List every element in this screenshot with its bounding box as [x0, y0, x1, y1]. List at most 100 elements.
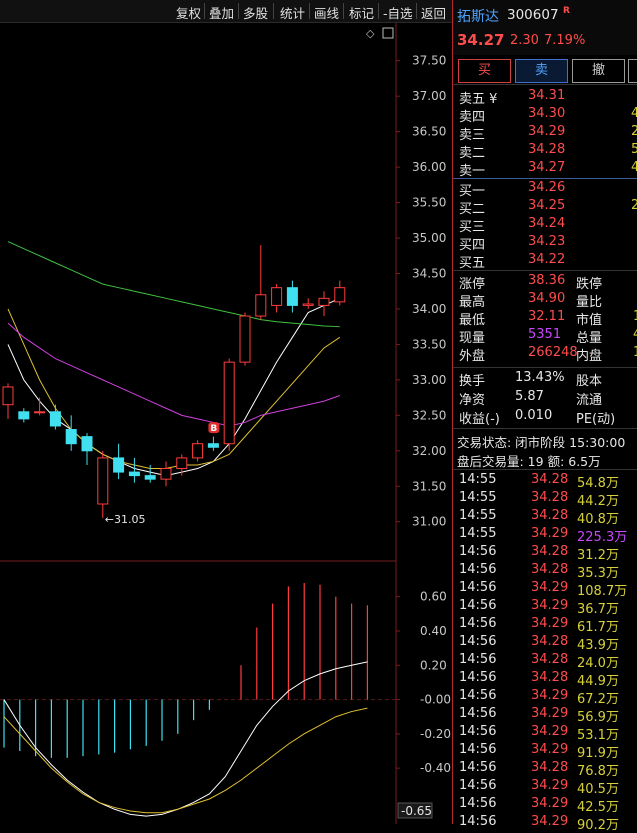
- buy-button[interactable]: 买: [458, 59, 511, 83]
- toolbar-duogu[interactable]: 多股: [243, 3, 268, 22]
- quote-panel: 拓斯达 300607 R 34.27 2.30 7.19% 买 卖 撤 卖五 ¥…: [452, 0, 637, 833]
- bid-price: 34.26: [528, 180, 566, 195]
- tick-time: 14:56: [459, 724, 497, 739]
- tick-time: 14:56: [459, 544, 497, 559]
- cancel-button[interactable]: 撤: [572, 59, 625, 83]
- macd-tick-label: 0.20: [420, 658, 447, 672]
- kline-chart[interactable]: 37.50 37.00 36.50 36.00 35.50 35.00 34.50 34.00…: [0, 23, 452, 824]
- price-tick-label: 34.00: [412, 302, 446, 316]
- bid-price: 34.23: [528, 234, 566, 249]
- tick-row: 14:55 34.28 40.8万: [453, 508, 637, 527]
- macd-panel: 0.60 0.40 0.20 -0.00 -0.20 -0.40 -0.65: [0, 583, 451, 819]
- toolbar-fuquan[interactable]: 复权: [176, 3, 201, 22]
- tick-row: 14:56 34.28 76.8万: [453, 760, 637, 779]
- ask-label: 卖二: [459, 146, 486, 161]
- price-change-pct: 7.19%: [544, 33, 586, 48]
- toolbar-diejia[interactable]: 叠加: [209, 3, 234, 22]
- tick-price: 34.29: [531, 688, 569, 703]
- stat-row: 涨停 38.36 跌停: [453, 273, 637, 292]
- tick-time: 14:55: [459, 490, 497, 505]
- price-tick-label: 32.50: [412, 408, 446, 422]
- ma-line: [7, 297, 341, 477]
- toolbar-huaxian[interactable]: 画线: [314, 3, 339, 22]
- ask-label: 卖一: [459, 164, 486, 179]
- stat-label: 跌停: [576, 277, 603, 292]
- tick-row: 14:56 34.28 35.3万: [453, 562, 637, 581]
- tick-time: 14:55: [459, 472, 497, 487]
- tick-volume: 56.9万: [577, 710, 619, 725]
- low-price-label: ←31.05: [105, 513, 146, 526]
- stat-label: 内盘: [576, 349, 603, 364]
- tick-row: 14:56 34.29 61.7万: [453, 616, 637, 635]
- stat-value: 34.90: [528, 291, 566, 306]
- tick-row: 14:56 34.29 91.9万: [453, 742, 637, 761]
- tick-time: 14:56: [459, 760, 497, 775]
- stat-label: 最高: [459, 295, 486, 310]
- candle-body: [65, 429, 77, 445]
- ask-row: 卖一 34.27 4: [453, 160, 637, 179]
- tick-volume: 42.5万: [577, 800, 619, 815]
- toolbar-biaoji[interactable]: 标记: [349, 3, 374, 22]
- price-change: 2.30: [510, 33, 539, 48]
- tick-row: 14:55 34.28 44.2万: [453, 490, 637, 509]
- tick-price: 34.28: [531, 562, 569, 577]
- stat-value: 266248: [528, 345, 578, 360]
- stat-label: 流通: [576, 393, 603, 408]
- tick-time: 14:55: [459, 526, 497, 541]
- stat-row: 最低 32.11 市值 1: [453, 309, 637, 328]
- sell-button[interactable]: 卖: [515, 59, 568, 83]
- ask-label: 卖五 ¥: [459, 92, 498, 107]
- tick-volume: 225.3万: [577, 530, 628, 545]
- stat-value: 5351: [528, 327, 562, 342]
- tick-price: 34.29: [531, 796, 569, 811]
- stock-name[interactable]: 拓斯达: [457, 6, 499, 26]
- tick-time: 14:56: [459, 706, 497, 721]
- tick-volume: 54.8万: [577, 476, 619, 491]
- ma-line: [7, 322, 340, 427]
- ask-row: 卖三 34.29 2: [453, 124, 637, 143]
- macd-tick-label: 0.60: [420, 590, 447, 604]
- price-tick-label: 36.00: [412, 160, 446, 174]
- price-tick-label: 31.50: [412, 479, 446, 493]
- candle-body: [207, 443, 219, 448]
- tick-row: 14:56 34.29 90.2万: [453, 814, 637, 833]
- tick-volume: 67.2万: [577, 692, 619, 707]
- tick-price: 34.28: [531, 472, 569, 487]
- diamond-icon[interactable]: ◇: [366, 27, 375, 40]
- panel-toggle-icon[interactable]: [382, 27, 394, 39]
- candle-body: [81, 436, 93, 452]
- stat-row: 外盘 266248内盘 1: [453, 345, 637, 364]
- tick-price: 34.29: [531, 616, 569, 631]
- candle-body: [128, 471, 140, 477]
- tick-volume: 53.1万: [577, 728, 619, 743]
- price-tick-label: 33.00: [412, 373, 446, 387]
- candles: ←31.05 B: [2, 245, 346, 526]
- stat-row: 净资 5.87 流通: [453, 389, 637, 408]
- toolbar-back[interactable]: 返回: [421, 3, 446, 22]
- candle-body: [271, 287, 283, 306]
- tick-volume: 40.8万: [577, 512, 619, 527]
- ask-volume: 4: [631, 106, 637, 121]
- stock-code: 300607: [507, 7, 559, 23]
- bid-row: 买四 34.23: [453, 234, 637, 253]
- price-tick-label: 35.50: [412, 196, 446, 210]
- tick-price: 34.29: [531, 580, 569, 595]
- stat-value: 13.43%: [515, 370, 565, 385]
- bid-label: 买四: [459, 238, 486, 253]
- toolbar-zixuan[interactable]: -自选: [383, 3, 413, 22]
- more-button[interactable]: [628, 59, 637, 83]
- tick-time: 14:56: [459, 742, 497, 757]
- toolbar-tongji[interactable]: 统计: [280, 3, 305, 22]
- price-tick-label: 36.50: [412, 125, 446, 139]
- tick-row: 14:56 34.29 67.2万: [453, 688, 637, 707]
- ask-label: 卖三: [459, 128, 486, 143]
- tick-price: 34.28: [531, 490, 569, 505]
- macd-current-value: -0.65: [401, 804, 432, 818]
- bid-price: 34.24: [528, 216, 566, 231]
- tick-time: 14:56: [459, 580, 497, 595]
- ask-row: 卖四 34.30 4: [453, 106, 637, 125]
- stat-label: 量比: [576, 295, 603, 310]
- macd-tick-label: -0.00: [420, 693, 451, 707]
- ask-label: 卖四: [459, 110, 486, 125]
- tick-price: 34.29: [531, 526, 569, 541]
